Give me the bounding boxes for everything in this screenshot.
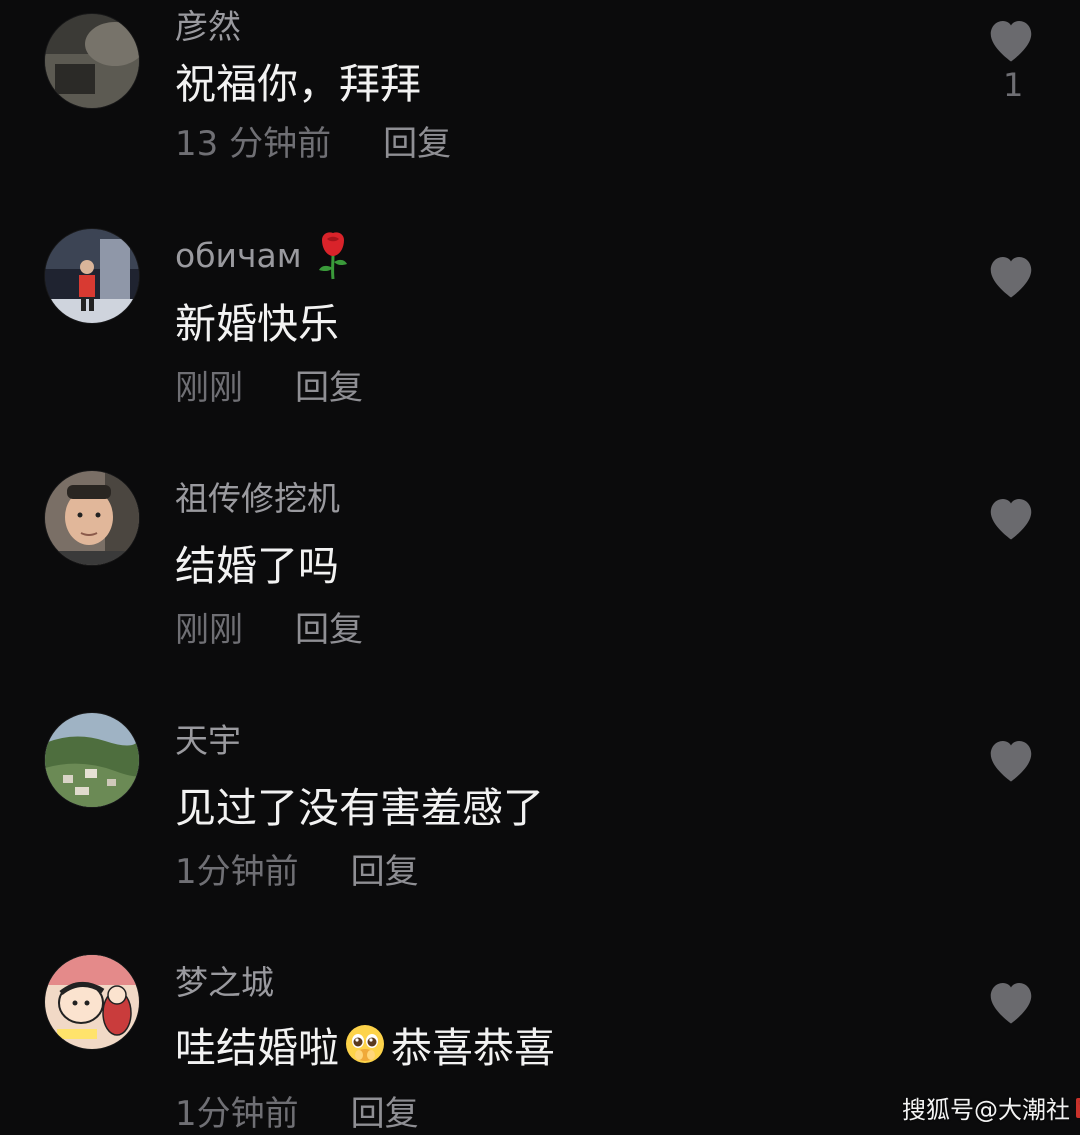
user-avatar[interactable] (45, 955, 139, 1049)
comment-username[interactable]: 梦之城 (175, 956, 274, 1004)
comment-time: 1分钟前 (175, 1094, 299, 1134)
comment-item: 祖传修挖机 结婚了吗 刚刚 回复 (0, 242, 1080, 650)
like-heart-icon[interactable] (984, 976, 1038, 1026)
comment-item: 梦之城 哇结婚啦 恭喜恭喜 1分钟前 回复 (0, 726, 1080, 1134)
username-text: 梦之城 (175, 963, 274, 1002)
reply-button[interactable]: 回复 (351, 1086, 419, 1135)
comment-text: 哇结婚啦 恭喜恭喜 (175, 1014, 555, 1074)
watermark-badge: TV (1076, 1097, 1080, 1118)
comment-item: обичам 新婚快乐 刚刚 回复 (0, 0, 1080, 408)
comment-item: 天宇 见过了没有害羞感了 1分钟前 回复 (0, 484, 1080, 892)
pleading-face-icon (345, 1024, 385, 1064)
watermark: 搜狐号@大潮社 TV (902, 1090, 1080, 1125)
comment-body-part2: 恭喜恭喜 (391, 1024, 555, 1072)
comment-meta: 1分钟前 回复 (175, 1086, 419, 1135)
avatar-image (45, 955, 139, 1049)
watermark-text: 搜狐号@大潮社 (902, 1096, 1070, 1124)
comment-body-part1: 哇结婚啦 (175, 1024, 339, 1072)
